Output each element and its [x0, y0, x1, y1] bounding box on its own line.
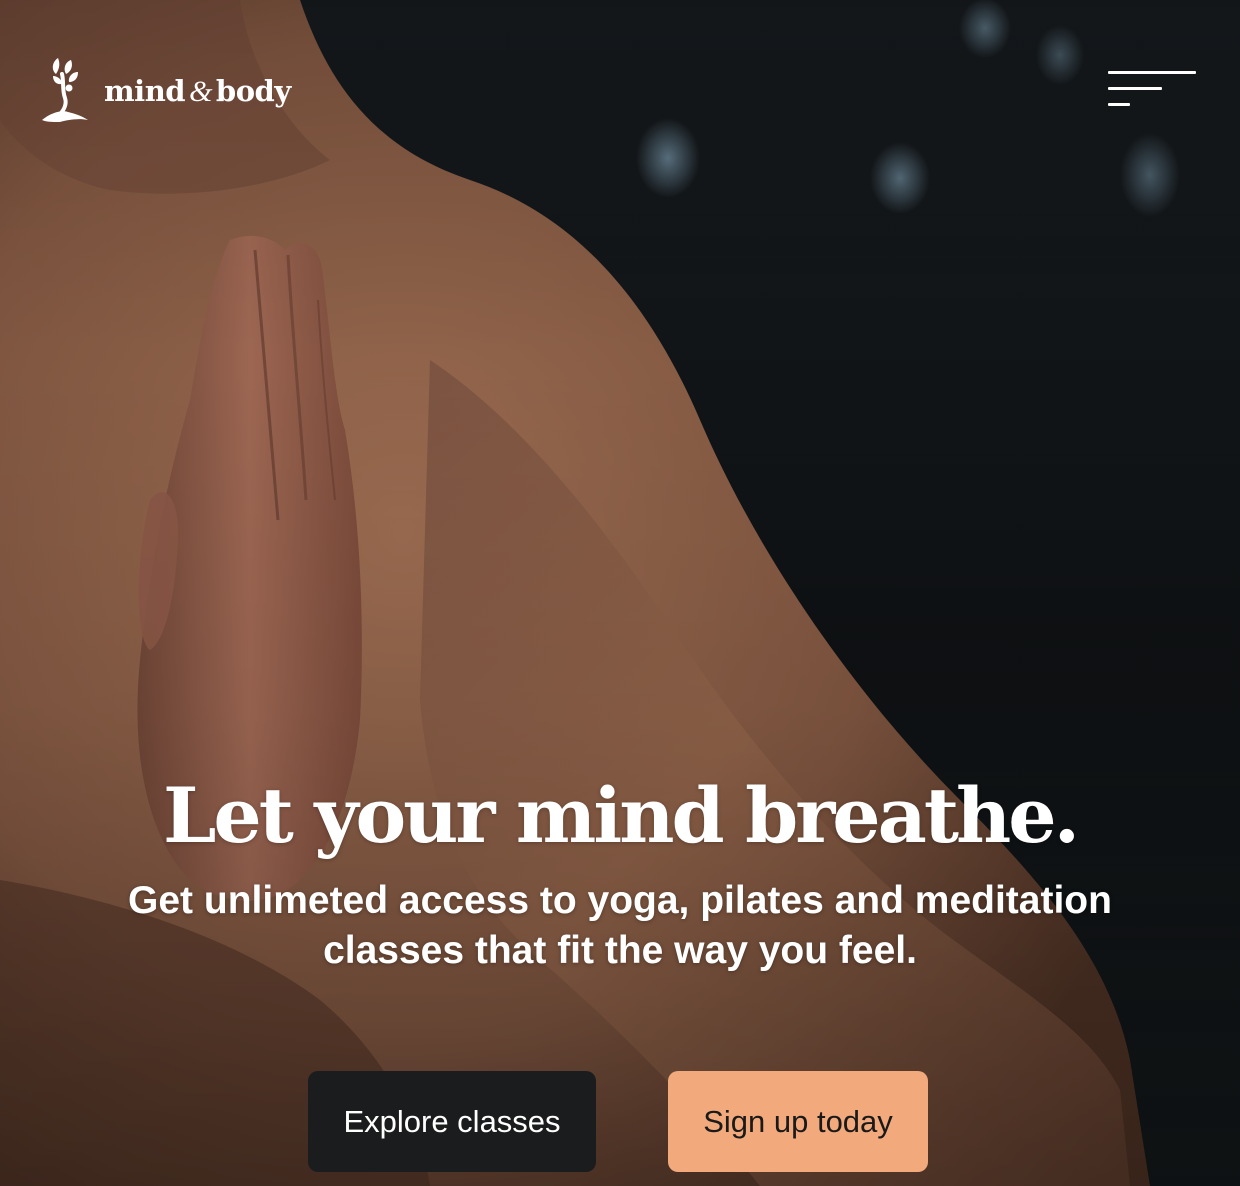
- brand-word-body: body: [215, 73, 291, 108]
- meditating-tree-logo-icon: [42, 58, 88, 122]
- hero-subheadline-line-2: classes that fit the way you feel.: [323, 929, 917, 972]
- hero-headline: Let your mind breathe.: [162, 771, 1080, 860]
- hero-subheadline: Get unlimeted access to yoga, pilates an…: [100, 876, 1140, 976]
- menu-line-middle: [1108, 87, 1162, 90]
- brand-word-mind: mind: [104, 73, 186, 108]
- hero-subheadline-line-1: Get unlimeted access to yoga, pilates an…: [128, 879, 1112, 922]
- hero-section: mind & body Let your mind breathe. Get unl…: [0, 0, 1240, 1186]
- menu-line-bottom: [1108, 103, 1130, 106]
- hero-overlay: [0, 0, 1240, 1186]
- hamburger-menu-icon[interactable]: [1100, 64, 1204, 116]
- brand-wordmark: mind & body: [104, 74, 291, 109]
- brand-logo[interactable]: mind & body: [38, 54, 291, 124]
- sign-up-button[interactable]: Sign up today: [668, 1071, 928, 1172]
- brand-ampersand: &: [189, 74, 212, 108]
- menu-line-top: [1108, 71, 1196, 74]
- explore-classes-button[interactable]: Explore classes: [308, 1071, 596, 1172]
